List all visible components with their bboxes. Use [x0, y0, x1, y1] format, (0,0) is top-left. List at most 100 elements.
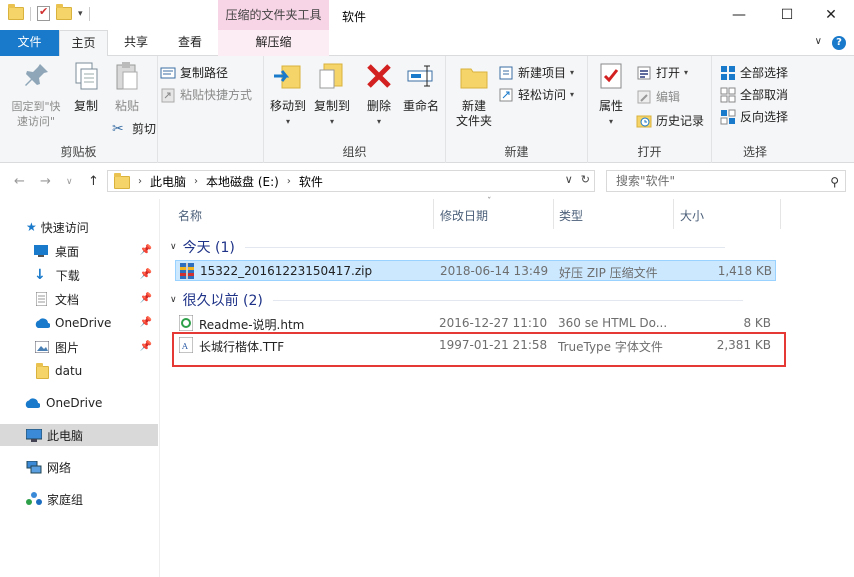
- group-header-today[interactable]: ∨ 今天 (1): [170, 237, 770, 257]
- breadcrumb-software[interactable]: 软件: [299, 173, 323, 190]
- file-size: 8 KB: [743, 316, 771, 330]
- expand-ribbon-icon[interactable]: ∨: [815, 36, 822, 50]
- new-folder-icon: [460, 68, 488, 89]
- file-name: 15322_20161223150417.zip: [200, 264, 373, 278]
- recent-locations-icon[interactable]: ∨: [66, 177, 73, 187]
- pin-quick-access-button[interactable]: 固定到"快 速访问": [8, 60, 64, 129]
- column-header-modified[interactable]: 修改日期: [440, 207, 488, 224]
- dropdown-arrow-icon: ▾: [285, 117, 290, 126]
- new-item-button[interactable]: 新建项目 ▾: [498, 64, 574, 81]
- pin-icon[interactable]: 📌: [140, 269, 152, 280]
- pin-icon[interactable]: 📌: [140, 317, 152, 328]
- rename-button[interactable]: 重命名: [400, 60, 442, 114]
- invert-selection-button[interactable]: 反向选择: [720, 108, 788, 125]
- address-bar[interactable]: › 此电脑 › 本地磁盘 (E:) › 软件 ∨ ↻: [107, 170, 595, 192]
- cut-button[interactable]: ✂ 剪切: [112, 120, 156, 137]
- properties-icon[interactable]: [37, 5, 50, 21]
- file-list: 名称 修改日期 ˇ 类型 大小 ∨ 今天 (1) 15322_201612231…: [161, 197, 854, 577]
- dropdown-arrow-icon: ▾: [684, 68, 689, 77]
- easy-access-button[interactable]: 轻松访问 ▾: [498, 86, 574, 103]
- divider: [30, 6, 31, 21]
- delete-icon: [367, 64, 391, 88]
- column-divider[interactable]: [433, 199, 434, 229]
- copy-button[interactable]: 复制: [68, 60, 104, 114]
- open-button[interactable]: 打开 ▾: [636, 64, 688, 81]
- properties-button[interactable]: 属性 ▾: [592, 60, 630, 129]
- nav-datu[interactable]: datu: [0, 360, 158, 382]
- new-folder-icon[interactable]: [56, 4, 72, 20]
- delete-button[interactable]: 删除 ▾: [362, 60, 396, 129]
- nav-desktop[interactable]: 桌面 📌: [0, 240, 158, 262]
- tab-view[interactable]: 查看: [166, 30, 214, 56]
- nav-network[interactable]: 网络: [0, 456, 158, 478]
- scissors-icon: ✂: [112, 120, 124, 137]
- history-icon: [636, 115, 652, 127]
- pin-icon[interactable]: 📌: [140, 293, 152, 304]
- pictures-icon: [35, 341, 49, 353]
- chevron-right-icon[interactable]: ›: [194, 176, 198, 187]
- divider: [88, 6, 90, 21]
- column-header-type[interactable]: 类型: [559, 207, 583, 224]
- tab-file[interactable]: 文件: [0, 30, 59, 56]
- window-title: 软件: [342, 10, 367, 24]
- customize-toolbar-icon[interactable]: ▾: [78, 9, 83, 19]
- close-button[interactable]: ✕: [808, 0, 854, 30]
- copy-icon: [75, 62, 98, 90]
- nav-documents[interactable]: 文档 📌: [0, 288, 158, 310]
- history-button[interactable]: 历史记录: [636, 112, 704, 129]
- forward-arrow-icon[interactable]: →: [40, 174, 51, 189]
- address-dropdown-icon[interactable]: ∨: [565, 173, 573, 186]
- column-header-size[interactable]: 大小: [680, 207, 704, 224]
- clipboard-group: 固定到"快 速访问" 复制 粘贴 复制路径 粘贴快捷方式 ✂ 剪切 剪贴板: [0, 56, 252, 163]
- move-to-button[interactable]: 移动到 ▾: [266, 60, 310, 129]
- maximize-button[interactable]: ☐: [764, 0, 810, 30]
- chevron-right-icon[interactable]: ›: [287, 176, 291, 187]
- back-arrow-icon[interactable]: ←: [14, 174, 25, 189]
- group-header-long-ago[interactable]: ∨ 很久以前 (2): [170, 290, 770, 310]
- breadcrumb-local-disk[interactable]: 本地磁盘 (E:): [206, 173, 279, 190]
- tab-extract[interactable]: 解压缩: [218, 30, 329, 56]
- star-icon: ★: [26, 220, 37, 234]
- breadcrumb-this-pc[interactable]: 此电脑: [150, 173, 186, 190]
- paste-button[interactable]: 粘贴: [108, 60, 146, 114]
- column-divider[interactable]: [673, 199, 674, 229]
- collapse-caret-icon[interactable]: ∨: [170, 242, 177, 252]
- nav-downloads[interactable]: ↓ 下载 📌: [0, 264, 158, 286]
- file-type: 360 se HTML Do...: [558, 316, 668, 330]
- chevron-right-icon[interactable]: ›: [138, 176, 142, 187]
- search-input[interactable]: 搜索"软件" ⚲: [606, 170, 846, 192]
- file-row[interactable]: Readme-说明.htm 2016-12-27 11:10 360 se HT…: [175, 313, 776, 334]
- edit-button[interactable]: 编辑: [636, 88, 680, 105]
- nav-onedrive-pinned[interactable]: OneDrive 📌: [0, 312, 158, 334]
- nav-this-pc[interactable]: 此电脑: [0, 424, 158, 446]
- invert-selection-icon: [720, 109, 736, 124]
- quick-access-toolbar: ▾: [8, 4, 90, 21]
- tab-share[interactable]: 共享: [112, 30, 160, 56]
- copy-to-button[interactable]: 复制到 ▾: [310, 60, 354, 129]
- paste-icon: [116, 62, 138, 90]
- column-header-name[interactable]: 名称: [178, 207, 202, 224]
- file-modified: 2016-12-27 11:10: [439, 316, 548, 330]
- help-icon[interactable]: ?: [832, 36, 846, 50]
- search-icon[interactable]: ⚲: [830, 172, 839, 192]
- up-arrow-icon[interactable]: ↑: [88, 174, 99, 189]
- nav-pictures[interactable]: 图片 📌: [0, 336, 158, 358]
- collapse-caret-icon[interactable]: ∨: [170, 295, 177, 305]
- nav-quick-access[interactable]: ★ 快速访问: [0, 216, 158, 238]
- dropdown-arrow-icon: ▾: [570, 90, 575, 99]
- dropdown-arrow-icon: ▾: [608, 117, 613, 126]
- file-row[interactable]: 15322_20161223150417.zip 2018-06-14 13:4…: [175, 260, 776, 281]
- refresh-icon[interactable]: ↻: [581, 173, 590, 186]
- new-folder-button[interactable]: 新建 文件夹: [450, 60, 498, 129]
- pin-icon[interactable]: 📌: [140, 245, 152, 256]
- minimize-button[interactable]: —: [716, 0, 762, 30]
- nav-onedrive[interactable]: OneDrive: [0, 392, 158, 414]
- nav-homegroup[interactable]: 家庭组: [0, 488, 158, 510]
- tab-home[interactable]: 主页: [59, 30, 108, 57]
- select-none-button[interactable]: 全部取消: [720, 86, 788, 103]
- column-divider[interactable]: [780, 199, 781, 229]
- new-item-icon: [499, 66, 513, 79]
- select-all-button[interactable]: 全部选择: [720, 64, 788, 81]
- pin-icon[interactable]: 📌: [140, 341, 152, 352]
- column-divider[interactable]: [553, 199, 554, 229]
